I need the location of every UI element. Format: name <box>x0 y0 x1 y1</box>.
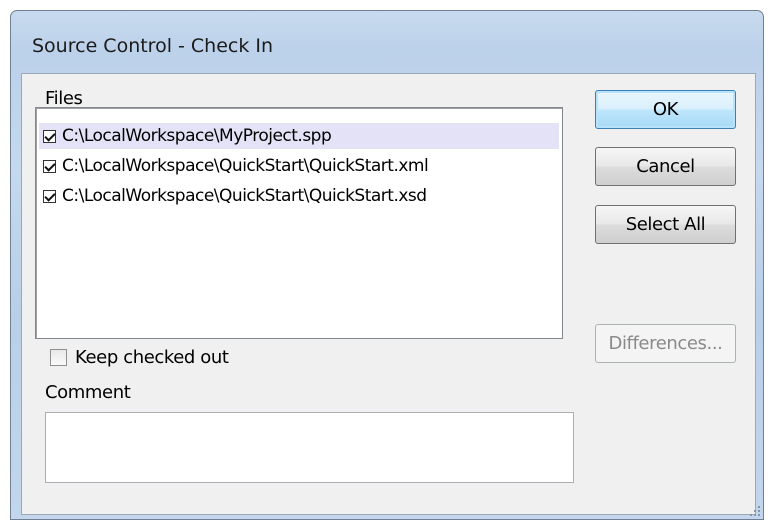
checkbox-icon[interactable] <box>43 129 56 143</box>
checkbox-icon[interactable] <box>43 159 56 173</box>
resize-grip-icon[interactable] <box>746 502 762 518</box>
comment-label: Comment <box>45 382 131 403</box>
ok-button[interactable]: OK <box>595 90 736 129</box>
title-bar[interactable]: Source Control - Check In <box>11 11 763 71</box>
cancel-button[interactable]: Cancel <box>595 147 736 186</box>
file-path: C:\LocalWorkspace\QuickStart\QuickStart.… <box>62 186 427 206</box>
file-path: C:\LocalWorkspace\QuickStart\QuickStart.… <box>62 156 429 176</box>
file-path: C:\LocalWorkspace\MyProject.spp <box>62 126 332 146</box>
files-list[interactable]: C:\LocalWorkspace\MyProject.spp C:\Local… <box>35 107 563 339</box>
keep-checked-out-checkbox[interactable] <box>50 349 67 366</box>
select-all-button[interactable]: Select All <box>595 205 736 244</box>
keep-checked-out-label: Keep checked out <box>75 347 229 368</box>
comment-field[interactable] <box>45 412 574 483</box>
checkbox-icon[interactable] <box>43 189 56 203</box>
files-label: Files <box>45 88 83 109</box>
list-item[interactable]: C:\LocalWorkspace\MyProject.spp <box>39 123 559 149</box>
window-title: Source Control - Check In <box>32 35 274 57</box>
list-item[interactable]: C:\LocalWorkspace\QuickStart\QuickStart.… <box>39 153 559 179</box>
differences-button[interactable]: Differences... <box>595 324 736 363</box>
list-item[interactable]: C:\LocalWorkspace\QuickStart\QuickStart.… <box>39 183 559 209</box>
